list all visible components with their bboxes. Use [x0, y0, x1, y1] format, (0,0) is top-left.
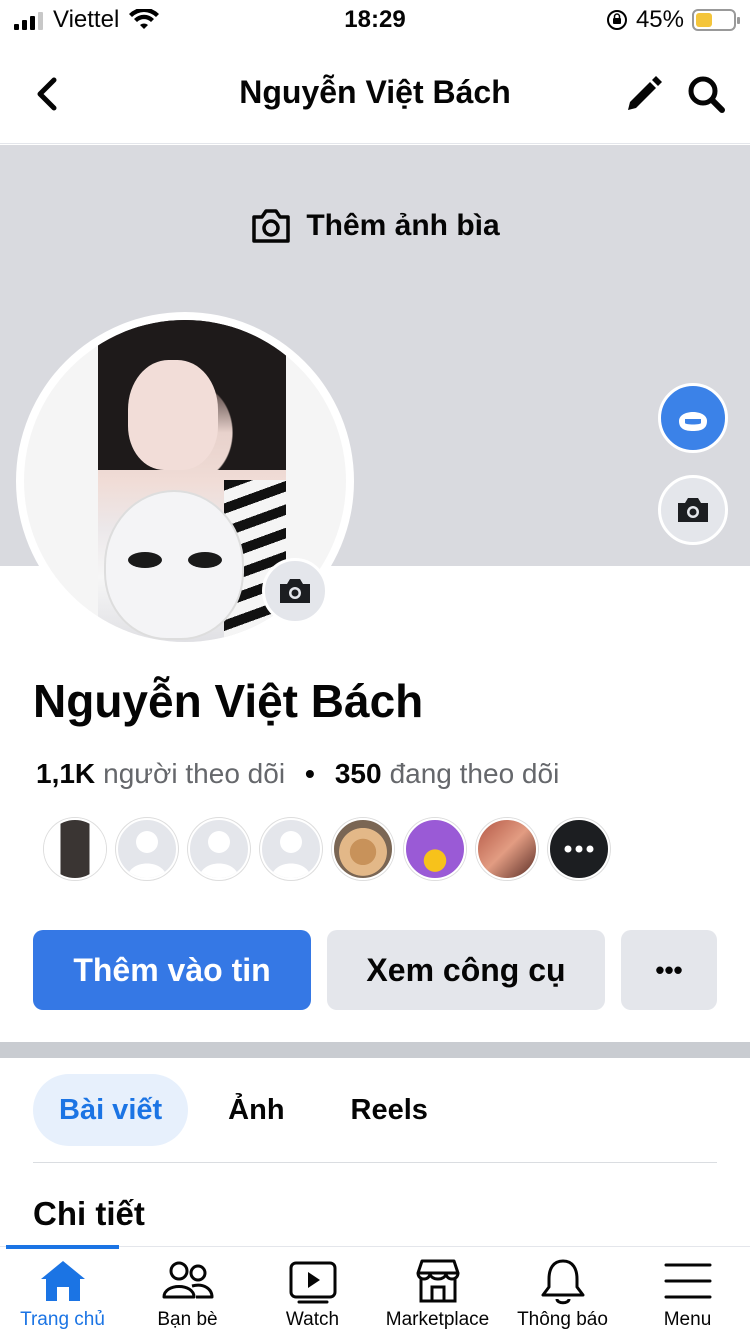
nav-watch[interactable]: Watch	[250, 1247, 375, 1334]
battery-percent: 45%	[635, 6, 684, 33]
tabs-divider	[33, 1162, 717, 1163]
stats-separator: •	[305, 758, 315, 789]
following-count: 350	[334, 758, 382, 789]
follower-avatar[interactable]	[116, 818, 178, 880]
follower-avatars[interactable]	[44, 818, 610, 880]
edit-cover-camera-button[interactable]	[658, 475, 728, 545]
more-icon	[564, 845, 594, 853]
default-avatar-icon	[199, 831, 239, 878]
rotation-lock-icon	[606, 10, 627, 30]
nav-marketplace[interactable]: Marketplace	[375, 1247, 500, 1334]
default-avatar-icon	[127, 831, 167, 878]
tab-photos[interactable]: Ảnh	[202, 1074, 310, 1146]
more-options-button[interactable]: •••	[621, 930, 717, 1010]
nav-label: Marketplace	[385, 1309, 490, 1330]
avatar-face-icon	[679, 412, 707, 431]
details-title: Chi tiết	[33, 1195, 145, 1232]
marketplace-icon	[416, 1259, 459, 1303]
edit-icon[interactable]	[622, 72, 666, 116]
friends-icon	[162, 1261, 213, 1299]
default-avatar-icon	[271, 831, 311, 878]
search-icon[interactable]	[684, 72, 728, 116]
follower-avatar[interactable]	[404, 818, 466, 880]
follower-avatar[interactable]	[44, 818, 106, 880]
nav-friends[interactable]: Bạn bè	[125, 1247, 250, 1334]
nav-label: Trang chủ	[20, 1309, 105, 1330]
nav-label: Watch	[285, 1309, 340, 1330]
tab-reels[interactable]: Reels	[325, 1074, 454, 1146]
camera-icon	[252, 209, 291, 243]
profile-header: Nguyễn Việt Bách	[0, 44, 750, 144]
following-label: đang theo dõi	[389, 758, 560, 789]
followers-count: 1,1K	[36, 758, 96, 789]
camera-icon	[280, 579, 310, 603]
battery-icon	[692, 9, 740, 31]
profile-tabs: Bài viết Ảnh Reels	[33, 1074, 454, 1146]
add-to-story-button[interactable]: Thêm vào tin	[33, 930, 311, 1010]
add-cover-button[interactable]: Thêm ảnh bìa	[0, 207, 750, 245]
profile-picture[interactable]	[16, 312, 354, 650]
follower-avatar[interactable]	[332, 818, 394, 880]
view-tools-button[interactable]: Xem công cụ	[327, 930, 605, 1010]
nav-menu[interactable]: Menu	[625, 1247, 750, 1334]
nav-home[interactable]: Trang chủ	[0, 1247, 125, 1334]
more-followers-button[interactable]	[548, 818, 610, 880]
nav-label: Bạn bè	[157, 1309, 218, 1330]
profile-actions: Thêm vào tin Xem công cụ •••	[33, 930, 717, 1010]
follower-avatar[interactable]	[260, 818, 322, 880]
active-tab-indicator	[6, 1245, 119, 1249]
watch-icon	[289, 1261, 336, 1304]
update-profile-picture-button[interactable]	[262, 558, 328, 624]
menu-icon	[664, 1263, 711, 1299]
profile-name: Nguyễn Việt Bách	[33, 675, 424, 727]
camera-icon	[678, 498, 708, 522]
bell-icon	[541, 1259, 584, 1305]
follower-avatar[interactable]	[188, 818, 250, 880]
bottom-navigation: Trang chủ Bạn bè Watch Marketplace Thông…	[0, 1245, 750, 1334]
nav-label: Menu	[663, 1309, 712, 1330]
followers-label: người theo dõi	[103, 758, 286, 789]
nav-notifications[interactable]: Thông báo	[500, 1247, 625, 1334]
status-bar: Viettel 18:29 45%	[0, 0, 750, 44]
add-cover-label: Thêm ảnh bìa	[306, 209, 500, 242]
avatar-button[interactable]	[658, 383, 728, 453]
follower-avatar[interactable]	[476, 818, 538, 880]
tab-posts[interactable]: Bài viết	[33, 1074, 189, 1146]
home-icon	[40, 1261, 85, 1301]
nav-label: Thông báo	[517, 1309, 608, 1330]
section-divider	[0, 1042, 750, 1058]
follow-stats[interactable]: 1,1K người theo dõi • 350 đang theo dõi	[36, 758, 559, 790]
